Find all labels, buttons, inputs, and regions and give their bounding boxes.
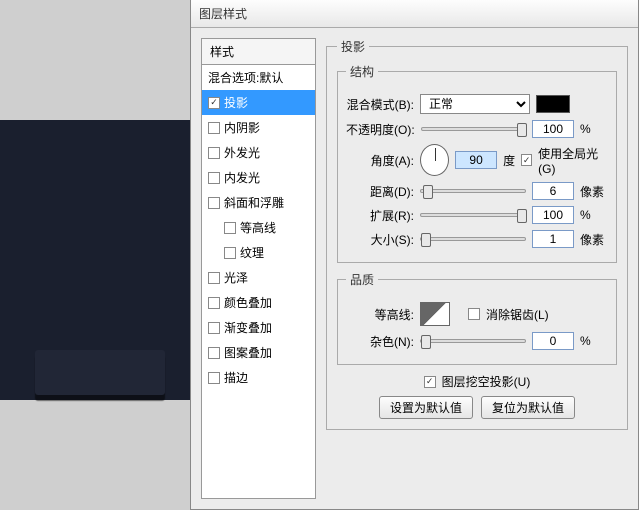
style-item-label: 斜面和浮雕 (224, 194, 284, 211)
style-item-2[interactable]: 内阴影 (202, 115, 315, 140)
style-item-3[interactable]: 外发光 (202, 140, 315, 165)
antialias-checkbox[interactable] (468, 308, 480, 320)
opacity-slider[interactable] (421, 127, 526, 131)
opacity-label: 不透明度(O): (346, 121, 415, 138)
dialog-titlebar[interactable]: 图层样式 (191, 0, 638, 28)
angle-input[interactable] (455, 151, 497, 169)
style-item-label: 描边 (224, 369, 248, 386)
style-checkbox[interactable]: ✓ (208, 97, 220, 109)
knockout-checkbox[interactable]: ✓ (424, 376, 436, 388)
blend-mode-select[interactable]: 正常 (420, 94, 530, 114)
structure-title: 结构 (346, 63, 378, 80)
style-checkbox[interactable] (208, 297, 220, 309)
spread-input[interactable] (532, 206, 574, 224)
spread-label: 扩展(R): (346, 207, 414, 224)
canvas-dark (0, 120, 190, 400)
style-checkbox[interactable] (208, 172, 220, 184)
knockout-label: 图层挖空投影(U) (442, 373, 531, 390)
angle-dial[interactable] (420, 144, 449, 176)
style-item-label: 混合选项:默认 (208, 69, 283, 86)
canvas-area (0, 0, 190, 510)
quality-title: 品质 (346, 271, 378, 288)
style-checkbox[interactable] (208, 272, 220, 284)
distance-input[interactable] (532, 182, 574, 200)
style-checkbox[interactable] (208, 197, 220, 209)
degree-unit: 度 (503, 152, 515, 169)
antialias-label: 消除锯齿(L) (486, 306, 549, 323)
noise-label: 杂色(N): (346, 333, 414, 350)
style-item-label: 投影 (224, 94, 248, 111)
canvas-shape (35, 350, 165, 395)
spread-slider[interactable] (420, 213, 526, 217)
contour-swatch[interactable] (420, 302, 450, 326)
layer-style-dialog: 图层样式 样式 混合选项:默认 ✓ 投影内阴影外发光内发光斜面和浮雕等高线纹理光泽颜… (190, 0, 639, 510)
style-item-8[interactable]: 光泽 (202, 265, 315, 290)
style-item-label: 等高线 (240, 219, 276, 236)
style-checkbox[interactable] (208, 122, 220, 134)
size-label: 大小(S): (346, 231, 414, 248)
blend-mode-label: 混合模式(B): (346, 96, 414, 113)
style-checkbox[interactable] (208, 347, 220, 359)
distance-label: 距离(D): (346, 183, 414, 200)
contour-label: 等高线: (346, 306, 414, 323)
styles-list: 样式 混合选项:默认 ✓ 投影内阴影外发光内发光斜面和浮雕等高线纹理光泽颜色叠加渐变… (201, 38, 316, 499)
pct-unit-3: % (580, 334, 608, 348)
style-checkbox[interactable] (224, 222, 236, 234)
style-item-label: 内阴影 (224, 119, 260, 136)
style-item-label: 渐变叠加 (224, 319, 272, 336)
size-slider[interactable] (420, 237, 526, 241)
style-item-0[interactable]: 混合选项:默认 (202, 65, 315, 90)
size-input[interactable] (532, 230, 574, 248)
style-item-label: 内发光 (224, 169, 260, 186)
opacity-input[interactable] (532, 120, 574, 138)
set-default-button[interactable]: 设置为默认值 (379, 396, 473, 419)
style-checkbox[interactable] (208, 372, 220, 384)
style-item-4[interactable]: 内发光 (202, 165, 315, 190)
global-light-label: 使用全局光(G) (538, 145, 608, 176)
global-light-checkbox[interactable]: ✓ (521, 154, 532, 166)
style-item-10[interactable]: 渐变叠加 (202, 315, 315, 340)
style-checkbox[interactable] (208, 147, 220, 159)
px-unit: 像素 (580, 183, 608, 200)
style-item-12[interactable]: 描边 (202, 365, 315, 390)
structure-group: 结构 混合模式(B): 正常 不透明度(O): % 角度(A): (337, 63, 617, 263)
style-item-11[interactable]: 图案叠加 (202, 340, 315, 365)
style-item-label: 颜色叠加 (224, 294, 272, 311)
angle-label: 角度(A): (346, 152, 414, 169)
style-item-label: 光泽 (224, 269, 248, 286)
style-item-5[interactable]: 斜面和浮雕 (202, 190, 315, 215)
style-item-6[interactable]: 等高线 (202, 215, 315, 240)
dialog-title: 图层样式 (199, 5, 247, 22)
style-item-9[interactable]: 颜色叠加 (202, 290, 315, 315)
style-checkbox[interactable] (224, 247, 236, 259)
noise-input[interactable] (532, 332, 574, 350)
pct-unit: % (580, 122, 608, 136)
quality-group: 品质 等高线: 消除锯齿(L) 杂色(N): % (337, 271, 617, 365)
shadow-color-swatch[interactable] (536, 95, 570, 113)
style-item-label: 纹理 (240, 244, 264, 261)
px-unit-2: 像素 (580, 231, 608, 248)
style-item-label: 图案叠加 (224, 344, 272, 361)
drop-shadow-group: 投影 结构 混合模式(B): 正常 不透明度(O): % (326, 38, 628, 430)
distance-slider[interactable] (420, 189, 526, 193)
pct-unit-2: % (580, 208, 608, 222)
styles-header: 样式 (202, 39, 315, 65)
style-checkbox[interactable] (208, 322, 220, 334)
section-title: 投影 (337, 38, 369, 55)
style-item-1[interactable]: ✓ 投影 (202, 90, 315, 115)
reset-default-button[interactable]: 复位为默认值 (481, 396, 575, 419)
style-item-label: 外发光 (224, 144, 260, 161)
noise-slider[interactable] (420, 339, 526, 343)
style-item-7[interactable]: 纹理 (202, 240, 315, 265)
